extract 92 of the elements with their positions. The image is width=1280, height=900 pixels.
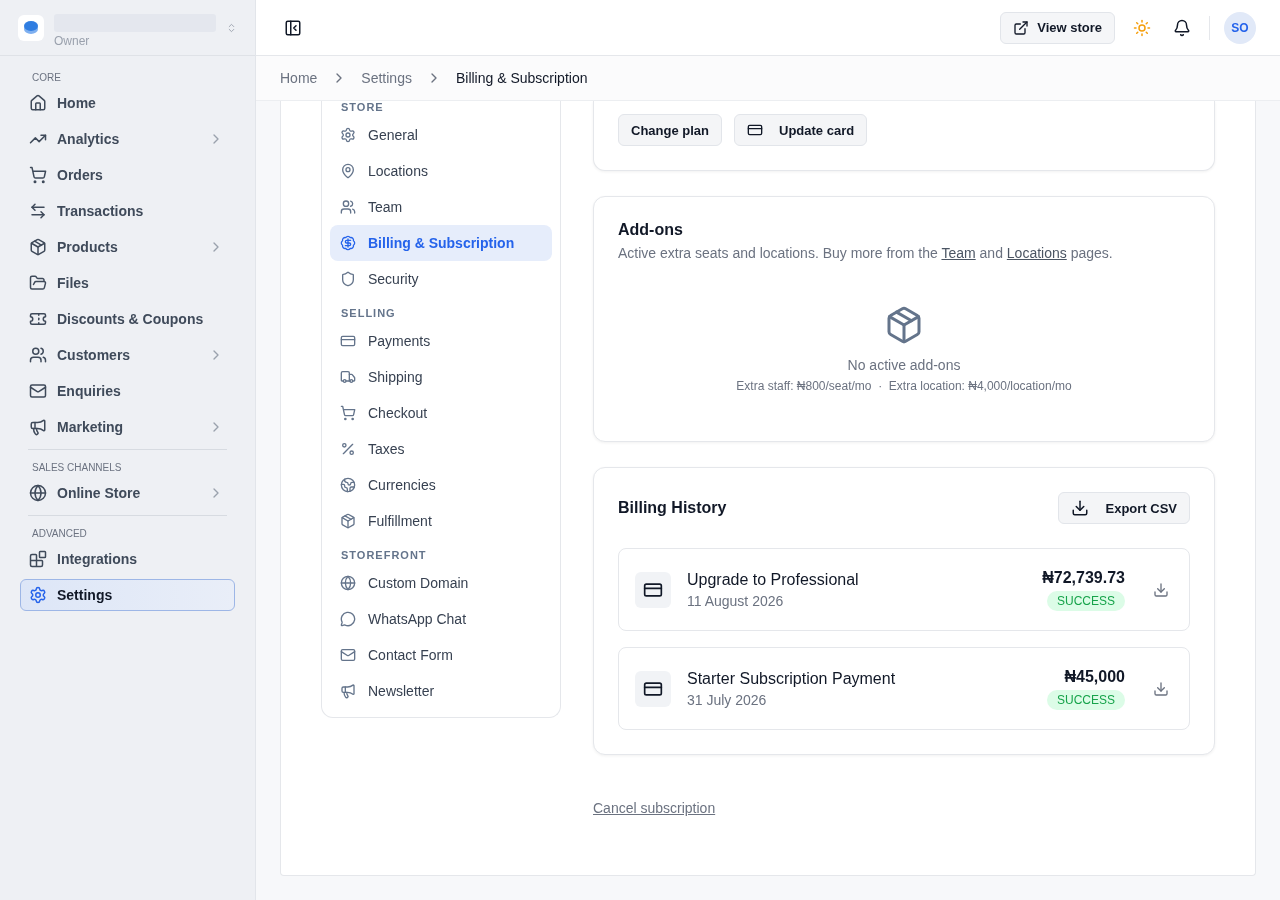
megaphone-icon: [340, 683, 356, 699]
sidebar-item[interactable]: Transactions: [20, 195, 235, 227]
card-description: Active extra seats and locations. Buy more from the Team and Locations pages.: [618, 245, 1114, 261]
payment-title: Starter Subscription Payment: [687, 669, 897, 688]
section-title: STORE: [340, 101, 385, 115]
settings-nav-item[interactable]: Team: [330, 189, 552, 225]
workspace-role: Owner: [54, 33, 91, 48]
download-icon: [1153, 680, 1169, 697]
settings-nav-item[interactable]: Fulfillment: [330, 503, 552, 539]
download-icon: [1153, 581, 1169, 598]
addon-pricing: Extra staff: ₦800/seat/mo · Extra location: ₦4,000/location/mo: [736, 379, 1072, 393]
payment-date: 11 August 2026: [687, 592, 785, 609]
settings-nav-item[interactable]: Newsletter: [330, 673, 552, 709]
external-link-icon: [1013, 19, 1030, 36]
users-icon: [29, 346, 47, 364]
settings-icon: [340, 127, 356, 143]
cancel-subscription-link[interactable]: Cancel subscription: [593, 800, 716, 816]
card-title: Add-ons: [618, 221, 684, 239]
settings-nav-item[interactable]: Currencies: [330, 467, 552, 503]
settings-nav-item[interactable]: WhatsApp Chat: [330, 601, 552, 637]
globe-icon: [340, 575, 356, 591]
download-icon: [1071, 499, 1090, 517]
card-icon: [747, 122, 763, 138]
globe-icon: [29, 484, 47, 502]
update-card-button[interactable]: Update card: [734, 114, 868, 146]
sidebar-item[interactable]: Enquiries: [20, 375, 235, 407]
users-icon: [340, 199, 356, 215]
chat-icon: [340, 611, 356, 627]
sidebar-item[interactable]: Orders: [20, 159, 235, 191]
view-store-button[interactable]: View store: [1000, 11, 1115, 44]
settings-nav-item[interactable]: Checkout: [330, 395, 552, 431]
package-icon: [340, 513, 356, 529]
settings-nav-item[interactable]: Locations: [330, 153, 552, 189]
sidebar-item[interactable]: Settings: [20, 579, 235, 611]
settings-nav-item[interactable]: Custom Domain: [330, 565, 552, 601]
ticket-icon: [29, 310, 47, 328]
truck-icon: [340, 369, 356, 385]
package-icon: [29, 238, 47, 256]
arrows-icon: [29, 202, 47, 220]
sidebar-item[interactable]: Online Store: [20, 477, 235, 509]
mail-icon: [29, 382, 47, 400]
cart-icon: [340, 405, 356, 421]
megaphone-icon: [29, 418, 47, 436]
home-icon: [29, 94, 47, 112]
breadcrumb-link[interactable]: Billing & Subscription: [455, 70, 588, 86]
folder-icon: [29, 274, 47, 292]
card-icon: [340, 333, 356, 349]
card-title: Billing History: [618, 499, 727, 517]
sidebar-item[interactable]: Discounts & Coupons: [20, 303, 235, 335]
empty-title: No active add-ons: [847, 357, 961, 373]
status-badge: SUCCESS: [1047, 689, 1125, 710]
settings-nav-item[interactable]: Shipping: [330, 359, 552, 395]
section-title: CORE: [31, 71, 62, 85]
settings-nav-item[interactable]: Contact Form: [330, 637, 552, 673]
section-title: STOREFRONT: [340, 549, 428, 563]
breadcrumb-link[interactable]: Settings: [361, 70, 412, 86]
shield-icon: [340, 271, 356, 287]
settings-icon: [29, 586, 47, 604]
payment-amount: ₦72,739.73: [1042, 568, 1125, 587]
settings-nav-item[interactable]: Security: [330, 261, 552, 297]
team-link[interactable]: Team: [941, 245, 976, 261]
blocks-icon: [29, 550, 47, 568]
cart-icon: [29, 166, 47, 184]
mail-icon: [340, 647, 356, 663]
section-title: SELLING: [340, 307, 397, 321]
payment-amount: ₦45,000: [1064, 667, 1125, 686]
percent-icon: [340, 441, 356, 457]
export-csv-button[interactable]: Export CSV: [1058, 492, 1190, 524]
status-badge: SUCCESS: [1047, 590, 1125, 611]
payment-title: Upgrade to Professional: [687, 570, 860, 589]
settings-nav-item[interactable]: Payments: [330, 323, 552, 359]
breadcrumb-link[interactable]: Home: [280, 70, 318, 86]
sidebar-item[interactable]: Files: [20, 267, 235, 299]
section-title: ADVANCED: [31, 528, 88, 541]
locations-link[interactable]: Locations: [1006, 245, 1067, 261]
settings-nav-item[interactable]: Billing & Subscription: [330, 225, 552, 261]
sidebar-item[interactable]: Marketing: [20, 411, 235, 443]
user-avatar[interactable]: SO: [1224, 11, 1256, 44]
sidebar-item[interactable]: Analytics: [20, 123, 235, 155]
logo-icon: [18, 14, 44, 41]
dollar-icon: [340, 235, 356, 251]
sidebar-item[interactable]: Products: [20, 231, 235, 263]
change-plan-button[interactable]: Change plan: [618, 114, 722, 146]
pin-icon: [340, 163, 356, 179]
sidebar-item[interactable]: Home: [20, 87, 235, 119]
earth-icon: [340, 477, 356, 493]
sidebar-item[interactable]: Customers: [20, 339, 235, 371]
section-title: SALES CHANNELS: [31, 462, 123, 475]
sidebar-item[interactable]: Integrations: [20, 543, 235, 575]
settings-nav-item[interactable]: General: [330, 117, 552, 153]
settings-nav-item[interactable]: Taxes: [330, 431, 552, 467]
payment-date: 31 July 2026: [687, 691, 768, 708]
